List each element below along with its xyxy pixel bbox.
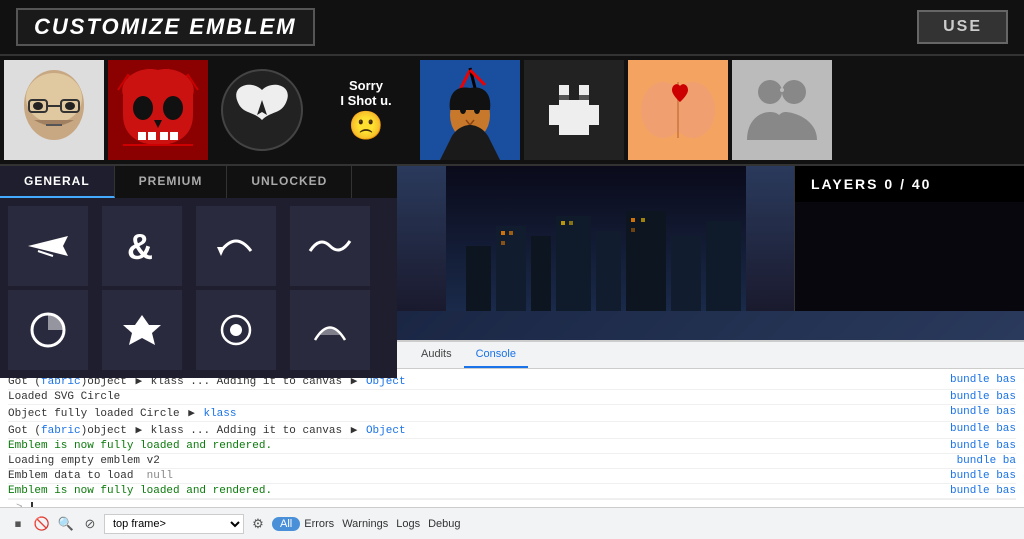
shape3-icon (211, 305, 261, 355)
arrow-icon (211, 221, 261, 271)
log-source[interactable]: bundle bas (950, 406, 1016, 420)
tab-general[interactable]: GENERAL (0, 166, 115, 198)
sorry-line2: I Shot u. (340, 93, 391, 108)
tab-console[interactable]: Console (464, 342, 528, 368)
shape2-icon (117, 305, 167, 355)
emblem-breaking-bad[interactable] (4, 60, 104, 160)
log-source[interactable]: bundle bas (950, 423, 1016, 437)
page-title: CUSTOMIZE EMBLEM (16, 8, 315, 46)
log-prompt: > (8, 499, 1016, 507)
emblem-sorry[interactable]: Sorry I Shot u. 🙁 (316, 60, 416, 160)
rock-hand-svg (524, 60, 624, 160)
tools-panel: GENERAL PREMIUM UNLOCKED (0, 166, 397, 311)
no-entry-icon[interactable]: ⊘ (80, 514, 100, 534)
stop-recording-icon[interactable]: ⏹ (8, 514, 28, 534)
all-filter-button[interactable]: All (272, 517, 300, 531)
tab-premium[interactable]: PREMIUM (115, 166, 228, 198)
game-area: CUSTOMIZE EMBLEM USE (0, 0, 1024, 340)
tabs-bar: GENERAL PREMIUM UNLOCKED (0, 166, 397, 198)
console-log: Got (fabric)object ▶ klass ... Adding it… (0, 369, 1024, 507)
filter-errors[interactable]: Errors (304, 518, 334, 530)
object-link[interactable]: klass (203, 408, 236, 420)
use-button[interactable]: USE (917, 10, 1008, 44)
log-source[interactable]: bundle bas (950, 470, 1016, 482)
log-text: Object fully loaded Circle ▶ klass (8, 406, 942, 420)
log-line: Emblem is now fully loaded and rendered.… (8, 484, 1016, 499)
filter-levels: Errors Warnings Logs Debug (304, 518, 460, 530)
log-source[interactable]: bundle bas (950, 391, 1016, 403)
search-icon[interactable]: 🔍 (56, 514, 76, 534)
emblem-butt[interactable] (628, 60, 728, 160)
emblem-bb-svg (4, 60, 104, 160)
log-source[interactable]: bundle ba (957, 455, 1016, 467)
log-line: Emblem data to load null bundle bas (8, 469, 1016, 484)
filter-debug[interactable]: Debug (428, 518, 460, 530)
emblem-native[interactable] (420, 60, 520, 160)
frame-select[interactable]: top frame> (104, 514, 244, 534)
devtools-content: Got (fabric)object ▶ klass ... Adding it… (0, 369, 1024, 507)
layers-header: LAYERS 0 / 40 (795, 166, 1024, 202)
log-line: Loaded SVG Circle bundle bas (8, 390, 1016, 405)
clear-console-icon[interactable]: 🚫 (32, 514, 52, 534)
silhouette-svg (732, 60, 832, 160)
icon-ampersand[interactable]: & (102, 206, 182, 286)
icon-arrow[interactable] (196, 206, 276, 286)
layers-panel: LAYERS 0 / 40 (794, 166, 1024, 311)
log-text: Emblem is now fully loaded and rendered. (8, 440, 942, 452)
log-text: Loading empty emblem v2 (8, 455, 949, 467)
log-source[interactable]: bundle bas (950, 374, 1016, 388)
log-text: Got (fabric)object ▶ klass ... Adding it… (8, 423, 942, 437)
preview-area (397, 166, 794, 311)
icon-shape3[interactable] (196, 290, 276, 370)
emblem-gallery: Sorry I Shot u. 🙁 (0, 56, 1024, 166)
partial-circle-icon (23, 305, 73, 355)
emblem-rock-hand[interactable] (524, 60, 624, 160)
bird-svg (212, 60, 312, 160)
tab-unlocked[interactable]: UNLOCKED (227, 166, 352, 198)
lower-game-panel: GENERAL PREMIUM UNLOCKED (0, 166, 1024, 311)
devtools-bottom: ⏹ 🚫 🔍 ⊘ top frame> ⚙ All Errors Warnings… (0, 507, 1024, 539)
icons-grid: & (0, 198, 397, 378)
filter-icon[interactable]: ⚙ (248, 514, 268, 534)
emblem-skull[interactable] (108, 60, 208, 160)
log-line: Loading empty emblem v2 bundle ba (8, 454, 1016, 469)
log-text: Emblem is now fully loaded and rendered. (8, 485, 942, 497)
butt-svg (628, 60, 728, 160)
log-source[interactable]: bundle bas (950, 485, 1016, 497)
filter-logs[interactable]: Logs (396, 518, 420, 530)
sorry-line1: Sorry (349, 78, 383, 93)
log-source[interactable]: bundle bas (950, 440, 1016, 452)
tab-audits[interactable]: Audits (409, 342, 464, 368)
shape4-icon (305, 305, 355, 355)
header-bar: CUSTOMIZE EMBLEM USE (0, 0, 1024, 56)
ampersand-icon: & (117, 221, 167, 271)
city-bg (446, 166, 746, 311)
icon-shape4[interactable] (290, 290, 370, 370)
wave-icon (305, 221, 355, 271)
icon-plane[interactable] (8, 206, 88, 286)
skull-svg (108, 60, 208, 160)
filter-warnings[interactable]: Warnings (342, 518, 388, 530)
log-line: Emblem is now fully loaded and rendered.… (8, 439, 1016, 454)
log-line: Got (fabric)object ▶ klass ... Adding it… (8, 422, 1016, 439)
log-text: Loaded SVG Circle (8, 391, 942, 403)
emblem-bird[interactable] (212, 60, 312, 160)
svg-text:&: & (127, 226, 153, 267)
icon-shape2[interactable] (102, 290, 182, 370)
icon-partial-circle[interactable] (8, 290, 88, 370)
native-svg (420, 60, 520, 160)
log-line: Object fully loaded Circle ▶ klass bundl… (8, 405, 1016, 422)
log-text: Emblem data to load null (8, 470, 942, 482)
emblem-silhouette[interactable] (732, 60, 832, 160)
icon-wave[interactable] (290, 206, 370, 286)
object-link[interactable]: Object (366, 425, 406, 437)
plane-icon (23, 221, 73, 271)
